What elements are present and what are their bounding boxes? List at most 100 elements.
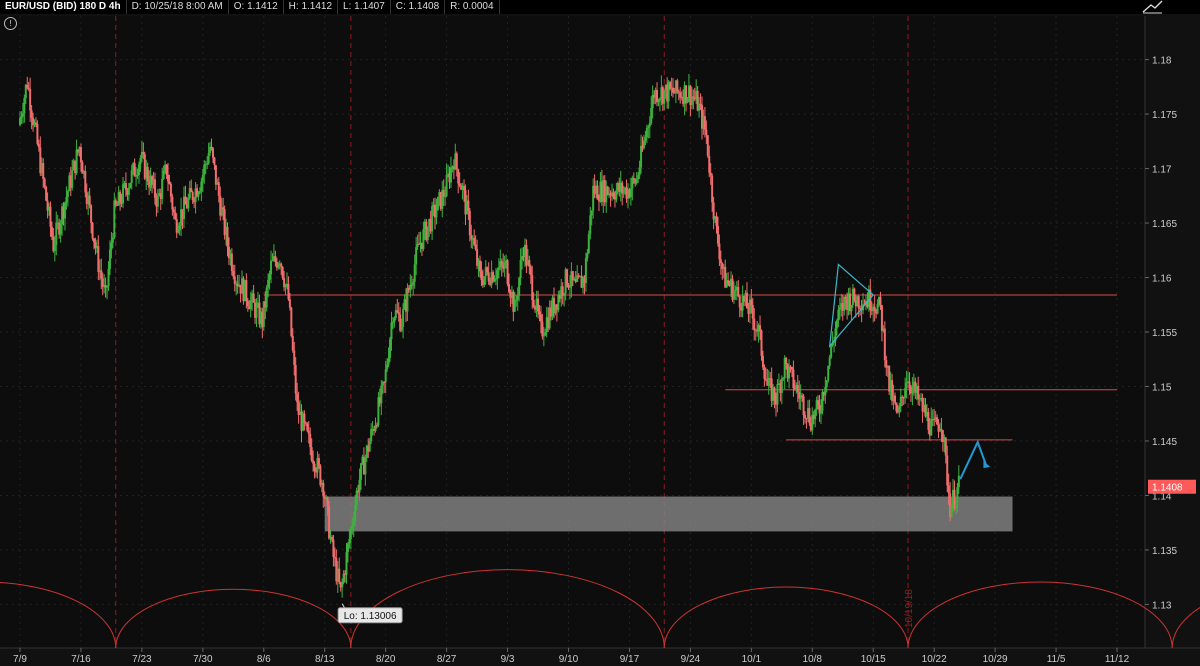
candle-body <box>187 198 190 209</box>
candle-body <box>788 366 791 379</box>
candle-body <box>857 296 860 309</box>
candle-body <box>287 283 290 300</box>
candle-body <box>699 103 702 106</box>
candle-body <box>368 441 371 452</box>
candle-body <box>843 296 846 311</box>
candle-body <box>91 222 94 239</box>
candle-body <box>796 385 799 392</box>
candle-body <box>66 191 69 197</box>
candle-body <box>905 382 908 389</box>
candle-body <box>751 304 754 319</box>
y-tick-label: 1.15 <box>1152 382 1172 393</box>
candle-body <box>100 270 103 279</box>
info-icon[interactable]: ! <box>4 17 17 30</box>
candle-body <box>528 259 531 267</box>
y-tick-label: 1.135 <box>1152 546 1177 557</box>
candle-body <box>612 192 615 197</box>
candle-body <box>146 166 149 182</box>
candle-body <box>629 188 632 198</box>
candle-body <box>375 425 378 427</box>
candle-body <box>245 280 248 302</box>
candle-body <box>293 350 296 366</box>
candle-body <box>142 152 145 155</box>
candle-body <box>802 396 805 416</box>
candle-body <box>711 175 714 203</box>
candle-body <box>703 116 706 130</box>
candle-body <box>252 293 255 303</box>
candle-body <box>436 197 439 211</box>
candle-body <box>206 163 209 165</box>
candle-body <box>355 490 358 506</box>
candle-body <box>270 260 273 275</box>
candle-body <box>307 430 310 434</box>
candle-body <box>108 249 111 269</box>
candle-body <box>20 116 23 118</box>
candle-body <box>596 185 599 200</box>
candle-body <box>402 309 405 327</box>
candle-body <box>45 186 48 201</box>
candle-body <box>412 281 415 286</box>
x-tick-label: 8/20 <box>376 654 396 665</box>
candle-body <box>635 178 638 184</box>
candle-body <box>389 339 392 358</box>
candle-body <box>455 153 458 170</box>
candle-body <box>156 195 159 207</box>
candle-body <box>198 191 201 193</box>
candle-body <box>119 192 122 203</box>
candle-body <box>415 247 418 265</box>
candle-body <box>904 388 907 398</box>
candle-body <box>406 287 409 312</box>
candle-body <box>529 266 532 276</box>
x-tick-label: 10/8 <box>803 654 823 665</box>
candle-body <box>191 192 194 201</box>
candle-body <box>893 395 896 403</box>
candle-body <box>213 157 216 166</box>
candle-body <box>759 325 762 331</box>
candle-body <box>785 357 788 365</box>
candle-body <box>90 205 93 223</box>
candle-body <box>640 145 643 168</box>
candle-body <box>268 274 271 280</box>
candle-body <box>631 178 634 189</box>
candle-body <box>50 226 53 237</box>
candle-body <box>819 410 822 414</box>
candle-body <box>88 195 91 206</box>
candle-body <box>632 178 635 180</box>
candle-body <box>790 367 793 370</box>
candle-body <box>738 296 741 308</box>
candle-body <box>541 321 544 337</box>
candle-body <box>169 183 172 197</box>
y-tick-label: 1.165 <box>1152 219 1177 230</box>
candle-body <box>917 386 920 400</box>
candle-body <box>773 387 776 400</box>
candle-body <box>184 196 187 205</box>
candle-body <box>203 164 206 175</box>
candle-body <box>124 183 127 190</box>
x-tick-label: 10/29 <box>983 654 1008 665</box>
candle-body <box>21 113 24 117</box>
candle-body <box>19 117 21 125</box>
candle-body <box>313 463 316 472</box>
candle-body <box>246 301 249 307</box>
candle-body <box>431 206 434 232</box>
candle-body <box>190 188 193 193</box>
candle-body <box>317 457 320 466</box>
candle-body <box>413 264 416 282</box>
candle-body <box>210 146 213 149</box>
candle-body <box>727 280 730 284</box>
candle-body <box>568 286 571 288</box>
candle-body <box>825 380 828 387</box>
y-tick-label: 1.17 <box>1152 165 1172 176</box>
candle-body <box>396 310 399 313</box>
candle-body <box>950 505 953 518</box>
candle-body <box>36 124 39 144</box>
candle-body <box>637 175 640 179</box>
candle-body <box>107 268 110 287</box>
price-chart[interactable]: 1.18 1.175 1.17 1.165 1.16 1.155 1.15 1.145 1.14… <box>0 0 1200 666</box>
candle-body <box>161 178 164 199</box>
cycle-date-label: 10/19/18 <box>904 589 915 628</box>
candle-body <box>930 419 933 436</box>
candle-body <box>880 305 883 331</box>
candle-body <box>544 332 547 336</box>
candle-body <box>571 271 574 281</box>
